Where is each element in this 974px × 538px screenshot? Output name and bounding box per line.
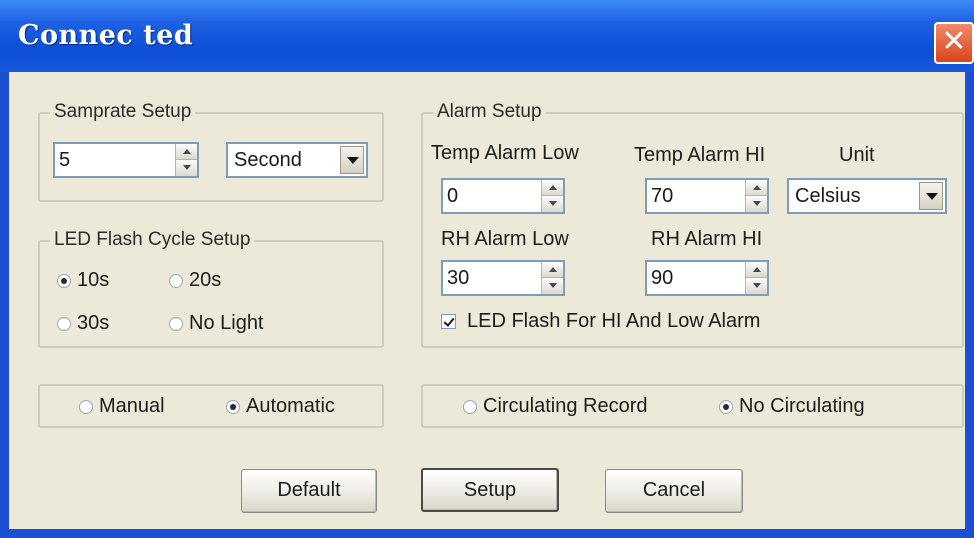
- temp-alarm-low-label: Temp Alarm Low: [431, 142, 579, 164]
- title-bar[interactable]: Connec ted ✕: [0, 0, 974, 72]
- radio-no-light-dot[interactable]: [169, 317, 183, 331]
- led-flash-label: LED Flash For HI And Low Alarm: [467, 310, 761, 332]
- temp-hi-up-arrow-icon[interactable]: [746, 180, 767, 196]
- temp-alarm-low-spinner[interactable]: 0: [441, 178, 565, 214]
- rh-low-down-arrow-icon[interactable]: [542, 278, 563, 294]
- radio-automatic-label: Automatic: [246, 395, 335, 417]
- close-button[interactable]: ✕: [934, 22, 974, 64]
- samprate-unit-select[interactable]: Second: [226, 142, 368, 178]
- rh-low-up-arrow-icon[interactable]: [542, 262, 563, 278]
- radio-30s-dot[interactable]: [57, 317, 71, 331]
- samprate-unit-value: Second: [234, 149, 302, 171]
- rh-hi-down-arrow-icon[interactable]: [746, 278, 767, 294]
- rh-alarm-hi-value[interactable]: 90: [651, 267, 673, 290]
- rh-hi-up-arrow-icon[interactable]: [746, 262, 767, 278]
- alarm-group-title: Alarm Setup: [433, 101, 546, 123]
- connected-dialog: Connec ted ✕ Samprate Setup 5 Second LED…: [0, 0, 974, 538]
- radio-circulating-record-dot[interactable]: [463, 400, 477, 414]
- rh-alarm-hi-label: RH Alarm HI: [651, 228, 763, 250]
- radio-30s-label: 30s: [77, 312, 110, 334]
- dialog-content: Samprate Setup 5 Second LED Flash Cycle …: [9, 72, 965, 529]
- radio-manual-label: Manual: [99, 395, 165, 417]
- temp-alarm-hi-value[interactable]: 70: [651, 185, 673, 208]
- rh-alarm-low-label: RH Alarm Low: [441, 228, 569, 250]
- window-title: Connec ted: [18, 20, 194, 51]
- cancel-button[interactable]: Cancel: [605, 469, 743, 513]
- radio-20s-label: 20s: [189, 269, 222, 291]
- temp-alarm-low-value[interactable]: 0: [447, 185, 458, 208]
- unit-select[interactable]: Celsius: [787, 178, 947, 214]
- samprate-value[interactable]: 5: [59, 149, 70, 172]
- samprate-up-arrow-icon[interactable]: [176, 144, 197, 160]
- temp-hi-down-arrow-icon[interactable]: [746, 196, 767, 212]
- temp-low-up-arrow-icon[interactable]: [542, 180, 563, 196]
- unit-value: Celsius: [795, 185, 861, 207]
- radio-no-circulating-label: No Circulating: [739, 395, 865, 417]
- radio-10s-dot[interactable]: [57, 274, 71, 288]
- rh-alarm-hi-spinner[interactable]: 90: [645, 260, 769, 296]
- rh-alarm-low-spinner[interactable]: 30: [441, 260, 565, 296]
- temp-low-down-arrow-icon[interactable]: [542, 196, 563, 212]
- radio-10s-label: 10s: [77, 269, 110, 291]
- close-icon: ✕: [941, 24, 967, 59]
- default-button[interactable]: Default: [241, 469, 377, 513]
- temp-alarm-hi-spinner[interactable]: 70: [645, 178, 769, 214]
- samprate-down-arrow-icon[interactable]: [176, 160, 197, 176]
- radio-20s-dot[interactable]: [169, 274, 183, 288]
- radio-no-light-label: No Light: [189, 312, 264, 334]
- chevron-down-icon[interactable]: [340, 146, 364, 174]
- rh-alarm-low-value[interactable]: 30: [447, 267, 469, 290]
- unit-label: Unit: [839, 144, 875, 166]
- temp-alarm-hi-label: Temp Alarm HI: [634, 144, 766, 166]
- setup-button[interactable]: Setup: [421, 468, 559, 512]
- samprate-group-title: Samprate Setup: [50, 101, 196, 123]
- led-flash-check-icon[interactable]: [441, 314, 456, 329]
- radio-circulating-record-label: Circulating Record: [483, 395, 648, 417]
- samprate-spinner[interactable]: 5: [53, 142, 199, 178]
- chevron-down-icon[interactable]: [919, 182, 943, 210]
- radio-automatic-dot[interactable]: [226, 400, 240, 414]
- led-cycle-group-title: LED Flash Cycle Setup: [50, 229, 255, 251]
- radio-no-circulating-dot[interactable]: [719, 400, 733, 414]
- radio-manual-dot[interactable]: [79, 400, 93, 414]
